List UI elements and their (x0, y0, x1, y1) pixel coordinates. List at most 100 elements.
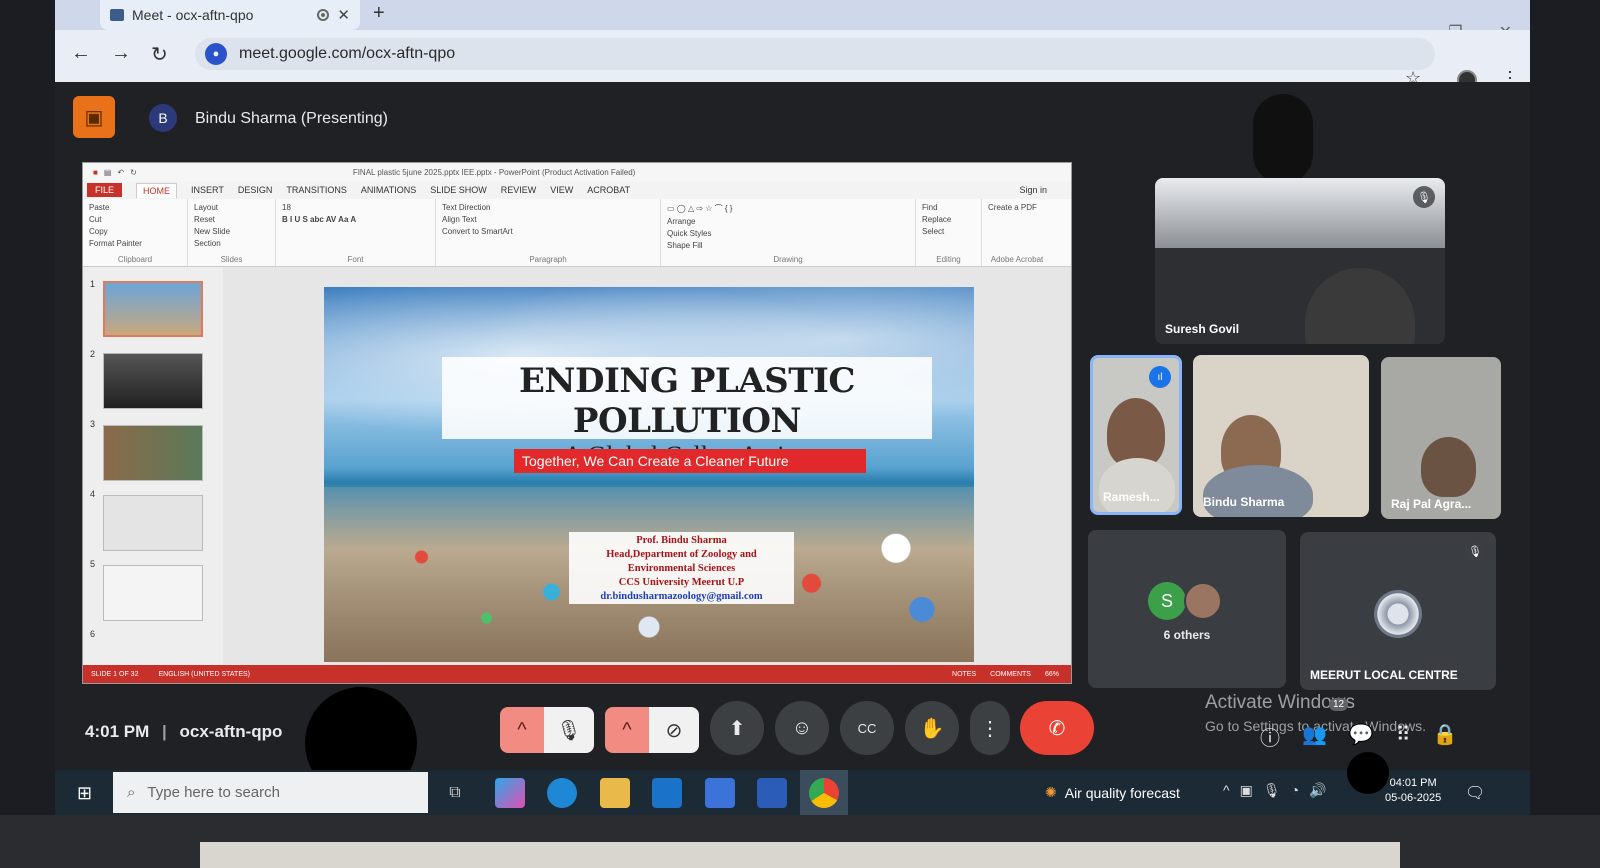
meeting-info-icon[interactable]: ⓘ (1260, 722, 1280, 751)
ribbon-tab-review[interactable]: REVIEW (501, 185, 537, 195)
slide-thumbnail-3[interactable] (103, 425, 203, 481)
slide-thumbnail-4[interactable] (103, 495, 203, 551)
reset-button[interactable]: Reset (194, 215, 269, 224)
forward-button[interactable]: → (111, 42, 131, 65)
qat-save-icon[interactable]: ▤ (104, 168, 112, 177)
meet-tray-icon[interactable]: ▣ (1240, 782, 1253, 799)
more-options-button[interactable]: ⋮ (970, 701, 1010, 755)
font-size-box[interactable]: 18 (282, 203, 429, 212)
mic-toggle-button[interactable]: 🎙 (544, 707, 594, 753)
shape-fill-button[interactable]: Shape Fill (667, 241, 909, 250)
reactions-button[interactable]: ☺ (775, 701, 829, 755)
outlook-icon[interactable] (652, 778, 682, 808)
align-text-button[interactable]: Align Text (442, 215, 654, 224)
tile-rajpal[interactable]: Raj Pal Agra... (1381, 357, 1501, 519)
group-label: Clipboard (117, 255, 153, 264)
present-screen-button[interactable]: ⬆ (710, 701, 764, 755)
chrome-icon[interactable] (809, 778, 839, 808)
zoom-level[interactable]: 66% (1045, 671, 1059, 678)
qat-redo-icon[interactable]: ↻ (130, 168, 137, 177)
notes-button[interactable]: NOTES (952, 671, 976, 678)
microphone-tray-icon[interactable]: 🎙 (1263, 782, 1281, 799)
tile-meerut[interactable]: 🎙 MEERUT LOCAL CENTRE (1300, 532, 1496, 690)
notification-center-icon[interactable]: 🗨 (1465, 783, 1485, 803)
title-box[interactable]: ENDING PLASTIC POLLUTION A Global Call t… (442, 357, 932, 470)
tile-ramesh[interactable]: ıl Ramesh... (1090, 355, 1182, 515)
copilot-icon[interactable] (495, 778, 525, 808)
new-slide-button[interactable]: New Slide (194, 227, 269, 236)
raise-hand-button[interactable]: ✋ (905, 701, 959, 755)
browser-tab-meet[interactable]: Meet - ocx-aftn-qpo ✕ (100, 0, 360, 30)
slide-thumbnail-1[interactable] (103, 281, 203, 337)
chat-icon[interactable]: 💬 (1349, 722, 1374, 751)
windows-start-icon[interactable]: ⊞ (77, 783, 92, 804)
tile-others[interactable]: S 6 others (1088, 530, 1286, 688)
audio-options-button[interactable]: ^ (500, 707, 544, 753)
quick-styles-button[interactable]: Quick Styles (667, 229, 909, 238)
slide-thumbnail-2[interactable] (103, 353, 203, 409)
ribbon-tab-home[interactable]: HOME (136, 182, 178, 198)
create-pdf-button[interactable]: Create a PDF (988, 203, 1046, 212)
tile-suresh[interactable]: 🎙 Suresh Govil (1155, 178, 1445, 344)
ribbon-tab-insert[interactable]: INSERT (191, 185, 224, 195)
ribbon-tab-view[interactable]: VIEW (550, 185, 573, 195)
weather-widget[interactable]: ✺ Air quality forecast (1045, 784, 1180, 801)
arrange-button[interactable]: Arrange (667, 217, 909, 226)
muted-mic-icon: 🎙 (1464, 540, 1486, 562)
ribbon-group-clipboard: Paste Cut Copy Format Painter Clipboard (83, 199, 188, 266)
convert-smartart-button[interactable]: Convert to SmartArt (442, 227, 654, 236)
host-controls-icon[interactable]: 🔒 (1432, 722, 1457, 751)
reload-button[interactable]: ↻ (151, 42, 168, 67)
slide-banner[interactable]: Together, We Can Create a Cleaner Future (514, 449, 866, 473)
back-button[interactable]: ← (71, 42, 91, 65)
cut-button[interactable]: Cut (89, 215, 181, 224)
font-formatting-buttons[interactable]: B I U S abc AV Aa A (282, 215, 429, 224)
find-button[interactable]: Find (922, 203, 975, 212)
text-direction-button[interactable]: Text Direction (442, 203, 654, 212)
comments-button[interactable]: COMMENTS (990, 671, 1031, 678)
copy-button[interactable]: Copy (89, 227, 181, 236)
replace-button[interactable]: Replace (922, 215, 975, 224)
participant-shirt (1203, 465, 1313, 517)
video-options-button[interactable]: ^ (605, 707, 649, 753)
task-view-icon[interactable]: ⧉ (440, 778, 470, 808)
shapes-gallery[interactable]: ▭ ◯ △ ⇨ ☆ ⌒ { } (667, 203, 909, 214)
ribbon-tab-transitions[interactable]: TRANSITIONS (286, 185, 347, 195)
thumb-number: 2 (90, 349, 96, 359)
slide-canvas[interactable]: ENDING PLASTIC POLLUTION A Global Call t… (324, 287, 974, 662)
section-button[interactable]: Section (194, 239, 269, 248)
slide-thumbnail-5[interactable] (103, 565, 203, 621)
format-painter-button[interactable]: Format Painter (89, 239, 181, 248)
tile-bindu[interactable]: Bindu Sharma (1193, 355, 1369, 517)
sign-in-link[interactable]: Sign in (1019, 185, 1047, 195)
taskbar-clock[interactable]: 04:01 PM 05-06-2025 (1385, 776, 1441, 806)
wifi-icon[interactable]: ◔ (1291, 782, 1299, 799)
tab-close-button[interactable]: ✕ (337, 6, 350, 24)
ribbon-tab-slide-show[interactable]: SLIDE SHOW (430, 185, 487, 195)
layout-button[interactable]: Layout (194, 203, 269, 212)
author-info-box[interactable]: Prof. Bindu Sharma Head,Department of Zo… (569, 532, 794, 604)
file-explorer-icon[interactable] (600, 778, 630, 808)
volume-icon[interactable]: 🔊 (1309, 782, 1326, 799)
ribbon-tab-design[interactable]: DESIGN (238, 185, 273, 195)
store-icon[interactable] (705, 778, 735, 808)
ribbon-tab-acrobat[interactable]: ACROBAT (587, 185, 630, 195)
tray-expand-icon[interactable]: ^ (1223, 782, 1230, 799)
site-info-icon[interactable]: ● (205, 43, 227, 65)
paste-button[interactable]: Paste (89, 203, 181, 212)
select-button[interactable]: Select (922, 227, 975, 236)
ribbon-tab-file[interactable]: FILE (87, 183, 123, 197)
word-icon[interactable] (757, 778, 787, 808)
people-icon[interactable]: 👥 (1302, 722, 1327, 751)
address-bar[interactable]: ● meet.google.com/ocx-aftn-qpo (195, 38, 1435, 70)
captions-button[interactable]: CC (840, 701, 894, 755)
activities-icon[interactable]: ⠿ (1396, 722, 1411, 751)
edge-icon[interactable] (547, 778, 577, 808)
taskbar-search-box[interactable]: ⌕ Type here to search (113, 772, 428, 813)
new-tab-button[interactable]: + (373, 2, 385, 25)
camera-toggle-button[interactable]: ⊘ (649, 707, 699, 753)
leave-call-button[interactable]: ✆ (1020, 701, 1094, 755)
qat-undo-icon[interactable]: ↶ (117, 168, 124, 177)
speaking-indicator-icon: ıl (1149, 366, 1171, 388)
ribbon-tab-animations[interactable]: ANIMATIONS (361, 185, 416, 195)
